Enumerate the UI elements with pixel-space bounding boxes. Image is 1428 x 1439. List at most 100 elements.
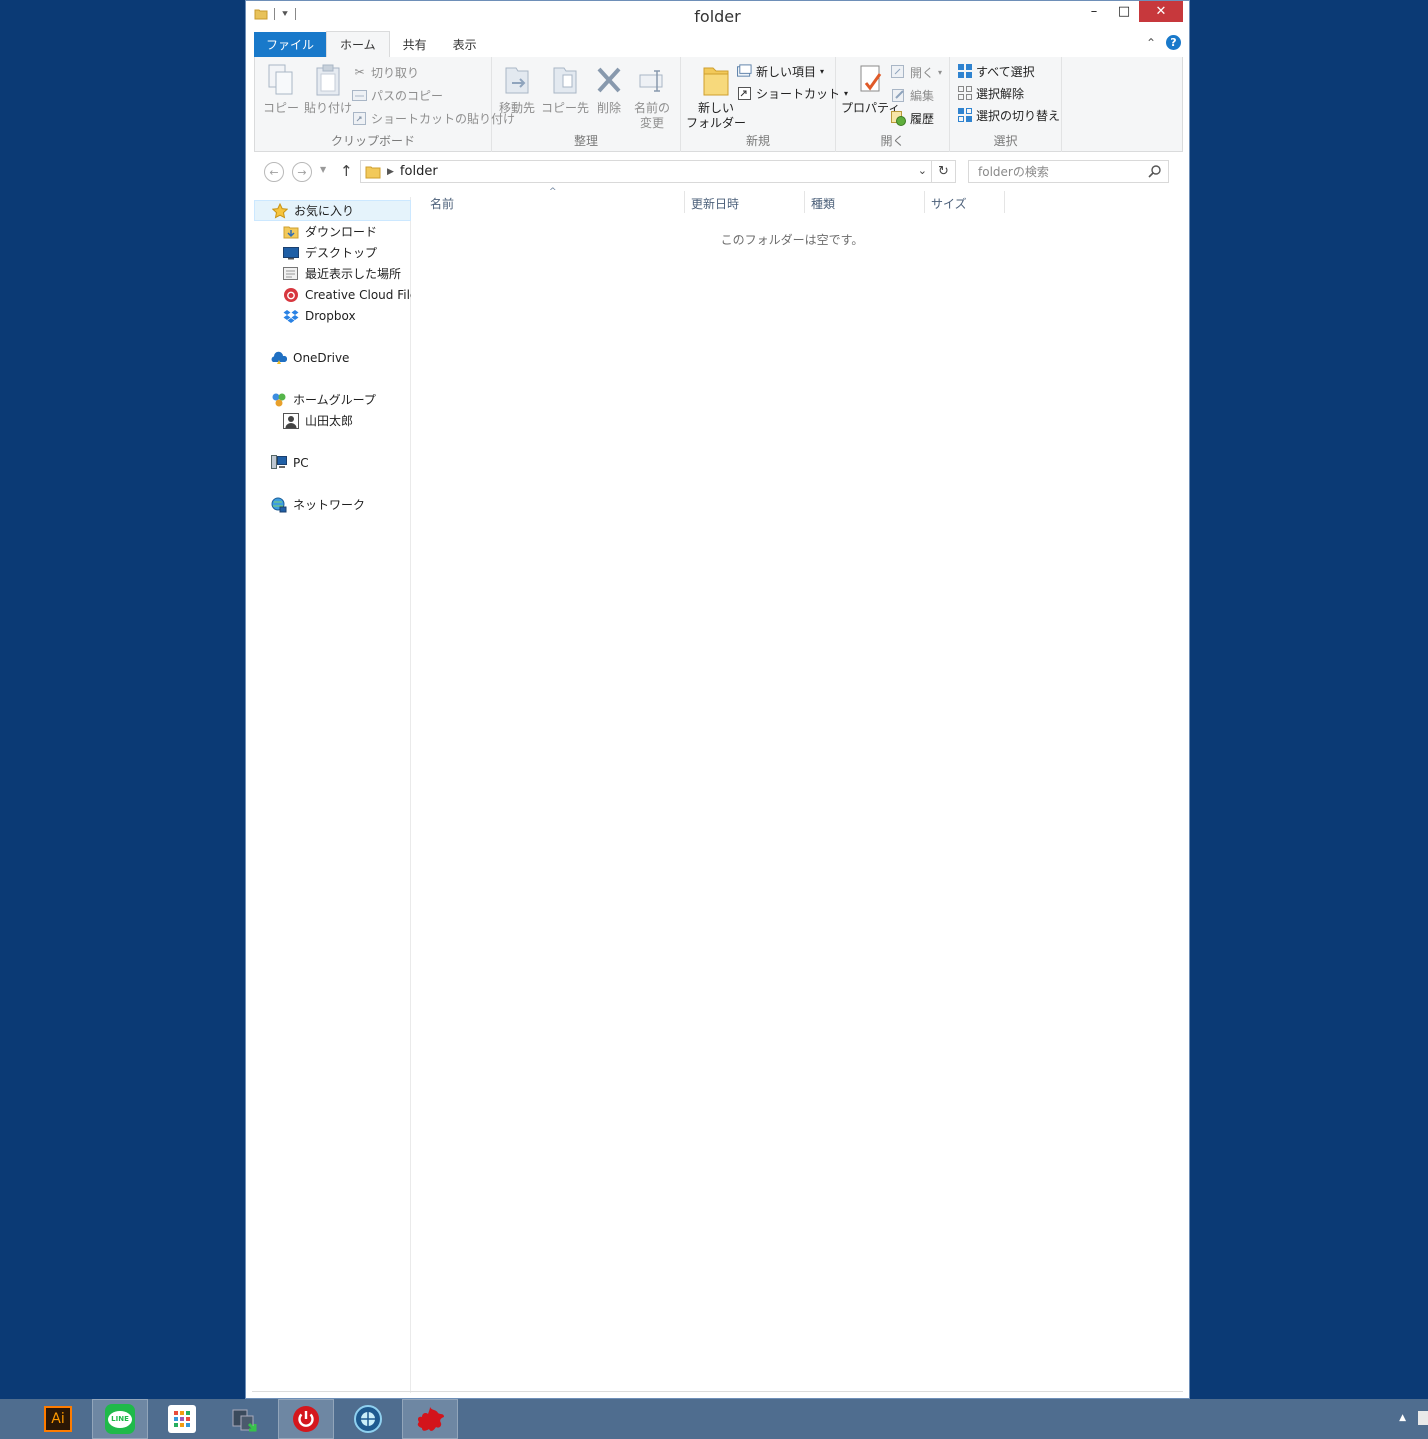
group-organize: 移動先 コピー先 削除 名前の 変更 整理: [492, 57, 681, 152]
ribbon-controls: ⌃ ?: [1146, 35, 1181, 50]
address-bar[interactable]: ▶ folder ⌄ ↻: [360, 160, 956, 183]
nav-favorites[interactable]: お気に入り: [254, 200, 411, 221]
onedrive-icon: [271, 350, 287, 366]
nav-creative-cloud[interactable]: Creative Cloud Files: [254, 284, 411, 305]
app-grid-icon: [168, 1405, 196, 1433]
file-list[interactable]: ^ 名前 更新日時 種類 サイズ このフォルダーは空です。: [412, 187, 1182, 1393]
rename-button[interactable]: 名前の 変更: [634, 61, 670, 131]
up-button[interactable]: ↑: [340, 162, 353, 180]
tab-file[interactable]: ファイル: [254, 32, 327, 57]
tab-share[interactable]: 共有: [390, 32, 440, 57]
refresh-button[interactable]: ↻: [931, 161, 955, 182]
address-dropdown-icon[interactable]: ⌄: [918, 164, 927, 177]
collapse-ribbon-icon[interactable]: ⌃: [1146, 36, 1156, 50]
nav-homegroup[interactable]: ホームグループ: [254, 389, 376, 410]
select-all-button[interactable]: すべて選択: [957, 61, 1035, 81]
minimize-button[interactable]: –: [1079, 1, 1109, 22]
creative-cloud-icon: [283, 287, 299, 303]
paste-label: 貼り付け: [304, 101, 353, 115]
taskbar-photoshop[interactable]: s: [0, 1399, 14, 1439]
recent-locations-icon[interactable]: ▼: [320, 165, 326, 174]
user-avatar-icon: [283, 412, 299, 429]
nav-onedrive[interactable]: OneDrive: [254, 347, 349, 368]
taskbar-power[interactable]: [278, 1399, 334, 1439]
copy-button[interactable]: コピー: [263, 61, 299, 116]
back-button[interactable]: ←: [264, 162, 284, 182]
taskbar-globe-app[interactable]: [340, 1399, 396, 1439]
line-label: LINE: [108, 1410, 132, 1428]
nav-recent-label: 最近表示した場所: [305, 267, 402, 281]
computer-icon: [271, 455, 287, 471]
search-input[interactable]: folderの検索: [968, 160, 1169, 183]
cut-button[interactable]: ✂ 切り取り: [352, 62, 419, 82]
edit-button[interactable]: 編集: [891, 85, 934, 105]
nav-network-label: ネットワーク: [293, 498, 366, 512]
shortcut-icon: [737, 86, 752, 101]
nav-desktop-label: デスクトップ: [305, 246, 378, 260]
taskbar-sync-tool[interactable]: [216, 1399, 272, 1439]
invert-selection-button[interactable]: 選択の切り替え: [957, 105, 1060, 125]
select-none-button[interactable]: 選択解除: [957, 83, 1024, 103]
tray-flag-icon[interactable]: [1418, 1411, 1428, 1425]
history-icon: [891, 110, 906, 126]
sort-ascending-icon: ^: [549, 187, 557, 197]
close-button[interactable]: ✕: [1139, 1, 1183, 22]
column-divider[interactable]: [924, 191, 925, 213]
taskbar-line[interactable]: LINE: [92, 1399, 148, 1439]
tab-home[interactable]: ホーム: [326, 31, 390, 57]
history-label: 履歴: [910, 111, 935, 126]
nav-user[interactable]: 山田太郎: [254, 410, 353, 431]
open-group-label: 開く: [880, 134, 905, 148]
new-item-button[interactable]: 新しい項目 ▾: [737, 61, 824, 81]
window-controls: – □ ✕: [1079, 1, 1183, 22]
column-divider[interactable]: [804, 191, 805, 213]
move-to-button[interactable]: 移動先: [499, 61, 535, 116]
search-icon[interactable]: [1148, 164, 1162, 178]
star-icon: [272, 202, 288, 219]
tray-expand-icon[interactable]: ▲: [1399, 1413, 1406, 1423]
nav-dropbox-label: Dropbox: [305, 308, 356, 323]
history-button[interactable]: 履歴: [891, 108, 934, 128]
open-icon: [891, 65, 906, 80]
paste-shortcut-button[interactable]: ショートカットの貼り付け: [352, 108, 515, 128]
splash-app-icon: [417, 1407, 444, 1431]
column-modified[interactable]: 更新日時: [691, 195, 739, 212]
ribbon-tabs: ファイル ホーム 共有 表示 ⌃ ?: [254, 31, 1181, 57]
taskbar-illustrator[interactable]: Ai: [30, 1399, 86, 1439]
column-divider[interactable]: [1004, 191, 1005, 213]
help-icon[interactable]: ?: [1166, 35, 1181, 50]
new-item-label: 新しい項目: [756, 64, 817, 79]
copy-to-button[interactable]: コピー先: [541, 61, 589, 116]
column-size[interactable]: サイズ: [931, 195, 967, 212]
nav-dropbox[interactable]: Dropbox: [254, 305, 356, 326]
shortcut-button[interactable]: ショートカット ▾: [737, 83, 848, 103]
column-type[interactable]: 種類: [811, 195, 835, 212]
nav-pc[interactable]: PC: [254, 452, 309, 473]
breadcrumb-folder[interactable]: folder: [400, 164, 438, 179]
illustrator-icon: Ai: [44, 1406, 72, 1432]
nav-recent[interactable]: 最近表示した場所: [254, 263, 401, 284]
delete-label: 削除: [596, 101, 621, 115]
taskbar-app-grid[interactable]: [154, 1399, 210, 1439]
group-clipboard: コピー 貼り付け ✂ 切り取り パスのコピー ショートカットの貼り付け クリップ…: [255, 57, 515, 152]
forward-button[interactable]: →: [292, 162, 312, 182]
copy-to-icon: [553, 67, 577, 94]
rename-label-line1: 名前の: [634, 101, 671, 115]
nav-network[interactable]: ネットワーク: [254, 494, 365, 515]
move-to-icon: [505, 67, 529, 94]
nav-desktop[interactable]: デスクトップ: [254, 242, 377, 263]
nav-downloads[interactable]: ダウンロード: [254, 221, 377, 242]
delete-button[interactable]: 削除: [592, 61, 626, 116]
column-divider[interactable]: [684, 191, 685, 213]
taskbar-splash-app[interactable]: [402, 1399, 458, 1439]
maximize-button[interactable]: □: [1109, 1, 1139, 22]
copy-path-button[interactable]: パスのコピー: [352, 85, 443, 105]
column-name[interactable]: 名前: [430, 195, 454, 212]
title-bar[interactable]: ⯆ folder – □ ✕: [246, 1, 1189, 31]
breadcrumb-chevron-icon[interactable]: ▶: [387, 167, 394, 177]
paste-icon: [316, 64, 340, 96]
open-button[interactable]: 開く ▾: [891, 62, 942, 82]
desktop-icon: [283, 245, 299, 261]
paste-button[interactable]: 貼り付け: [304, 61, 352, 116]
tab-view[interactable]: 表示: [440, 32, 490, 57]
